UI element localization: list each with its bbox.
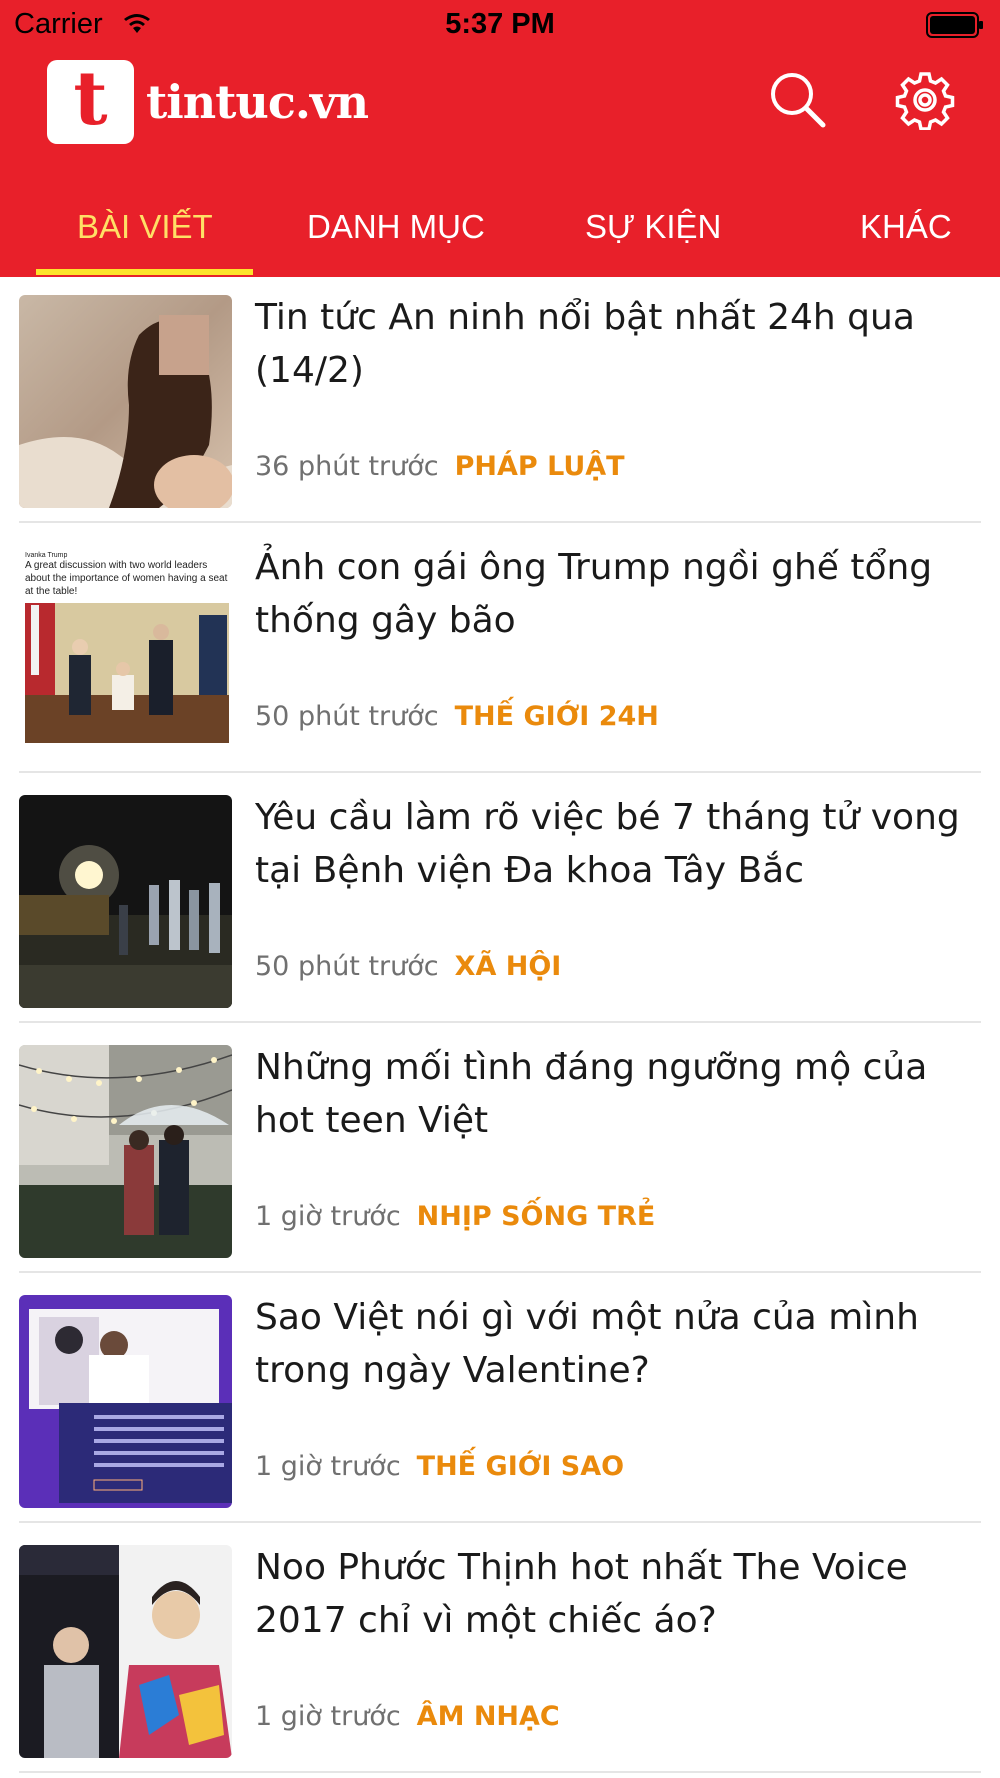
logo-letter: t — [73, 56, 108, 142]
article-meta: 1 giờ trước THẾ GIỚI SAO — [255, 1451, 624, 1482]
article-category[interactable]: PHÁP LUẬT — [455, 451, 625, 482]
article-item[interactable]: Tin tức An ninh nổi bật nhất 24h qua (14… — [0, 277, 1000, 527]
article-title[interactable]: Noo Phước Thịnh hot nhất The Voice 2017 … — [255, 1541, 975, 1647]
article-time: 50 phút trước — [255, 951, 439, 982]
article-title[interactable]: Những mối tình đáng ngưỡng mộ của hot te… — [255, 1041, 975, 1147]
app-logo[interactable]: t tintuc.vn — [47, 60, 369, 144]
article-meta: 1 giờ trước NHỊP SỐNG TRẺ — [255, 1201, 655, 1232]
article-category[interactable]: THẾ GIỚI SAO — [417, 1451, 624, 1482]
article-thumbnail — [19, 795, 232, 1008]
article-category[interactable]: THẾ GIỚI 24H — [455, 701, 659, 732]
tweet-author: Ivanka Trump — [25, 552, 68, 559]
gear-icon — [895, 72, 955, 131]
tab-danh-muc[interactable]: DANH MỤC — [307, 208, 485, 246]
app-header: Carrier 5:37 PM t tintuc.vn BÀI VIẾT DAN… — [0, 0, 1000, 277]
article-category[interactable]: ÂM NHẠC — [417, 1701, 560, 1732]
active-tab-indicator — [36, 269, 253, 275]
article-time: 36 phút trước — [255, 451, 439, 482]
tab-bar: BÀI VIẾT DANH MỤC SỰ KIỆN KHÁC — [0, 195, 1000, 277]
article-time: 1 giờ trước — [255, 1201, 401, 1232]
article-title[interactable]: Yêu cầu làm rõ việc bé 7 tháng tử vong t… — [255, 791, 975, 897]
battery-icon — [926, 12, 983, 38]
search-button[interactable] — [768, 70, 828, 130]
status-bar: Carrier 5:37 PM — [0, 0, 1000, 50]
article-category[interactable]: XÃ HỘI — [455, 951, 562, 982]
article-time: 50 phút trước — [255, 701, 439, 732]
article-meta: 1 giờ trước ÂM NHẠC — [255, 1701, 560, 1732]
article-thumbnail — [19, 1295, 232, 1508]
tweet-text: A great discussion with two world leader… — [25, 560, 228, 597]
article-thumbnail — [19, 295, 232, 508]
article-time: 1 giờ trước — [255, 1451, 401, 1482]
tab-khac[interactable]: KHÁC — [860, 208, 952, 246]
article-time: 1 giờ trước — [255, 1701, 401, 1732]
divider — [19, 1771, 981, 1773]
tab-su-kien[interactable]: SỰ KIỆN — [585, 208, 721, 246]
clock: 5:37 PM — [445, 8, 555, 40]
article-meta: 36 phút trước PHÁP LUẬT — [255, 451, 625, 482]
article-thumbnail — [19, 1045, 232, 1258]
article-meta: 50 phút trước THẾ GIỚI 24H — [255, 701, 659, 732]
logo-mark: t — [47, 60, 134, 144]
divider — [19, 1521, 981, 1523]
divider — [19, 771, 981, 773]
article-category[interactable]: NHỊP SỐNG TRẺ — [417, 1201, 656, 1232]
article-title[interactable]: Sao Việt nói gì với một nửa của mình tro… — [255, 1291, 975, 1397]
article-item[interactable]: Yêu cầu làm rõ việc bé 7 tháng tử vong t… — [0, 777, 1000, 1027]
search-icon — [771, 73, 826, 128]
article-meta: 50 phút trước XÃ HỘI — [255, 951, 561, 982]
article-thumbnail: Ivanka Trump A great discussion with two… — [19, 545, 232, 758]
article-title[interactable]: Tin tức An ninh nổi bật nhất 24h qua (14… — [255, 291, 975, 397]
divider — [19, 1271, 981, 1273]
article-item[interactable]: Ivanka Trump A great discussion with two… — [0, 527, 1000, 777]
tab-bai-viet[interactable]: BÀI VIẾT — [77, 208, 213, 246]
logo-text: tintuc.vn — [146, 75, 369, 129]
divider — [19, 1021, 981, 1023]
article-item[interactable]: Sao Việt nói gì với một nửa của mình tro… — [0, 1277, 1000, 1527]
article-item[interactable]: Những mối tình đáng ngưỡng mộ của hot te… — [0, 1027, 1000, 1277]
settings-button[interactable] — [895, 70, 955, 131]
article-item[interactable]: Noo Phước Thịnh hot nhất The Voice 2017 … — [0, 1527, 1000, 1777]
divider — [19, 521, 981, 523]
article-title[interactable]: Ảnh con gái ông Trump ngồi ghế tổng thốn… — [255, 541, 975, 647]
article-thumbnail — [19, 1545, 232, 1758]
